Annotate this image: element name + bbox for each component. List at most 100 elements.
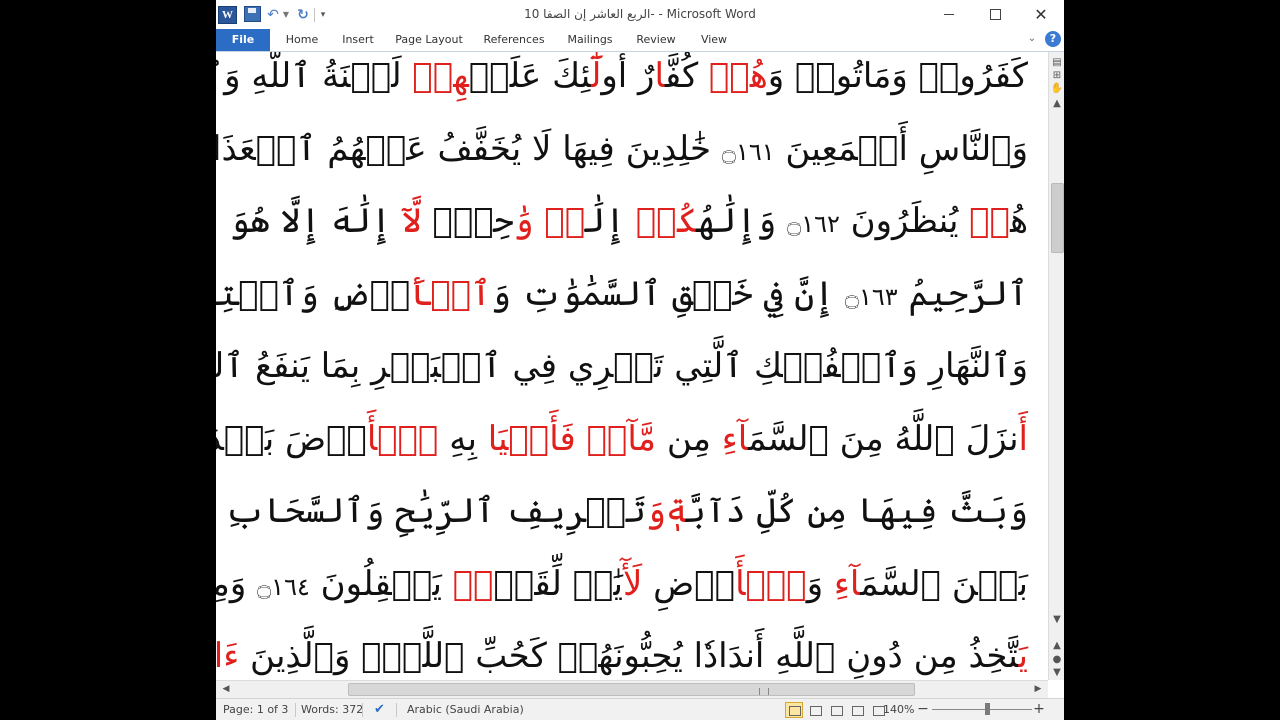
web-layout-view-button[interactable] [827,702,845,718]
status-separator [295,703,296,717]
scroll-left-arrow-icon[interactable]: ◀ [220,683,232,695]
text-segment: ٱلرَّحِيمُ [897,273,1028,314]
text-line[interactable]: هُمۡ يُنظَرُونَ ۝١٦٢ وَإِلَٰهُكُمۡ إِلَٰ… [216,185,1028,258]
web-layout-icon [831,706,843,716]
text-segment: وَٱلنَّاسِ أَجۡمَعِينَ [774,128,1028,169]
zoom-level[interactable]: 140% [883,703,914,717]
highlighted-text: ٱلۡأَ [410,273,492,314]
document-text[interactable]: كَفَرُوا۟ وَمَاتُوا۟ وَهُمۡ كُفَّارٌ أُو… [216,52,1028,680]
vertical-scrollbar[interactable]: ▤ ⊞ ✋ ▲ ▼ ▲ ● ▼ [1048,52,1064,680]
page-count[interactable]: Page: 1 of 3 [223,703,288,717]
text-line[interactable]: وَٱلنَّاسِ أَجۡمَعِينَ ۝١٦١ خَٰلِدِينَ ف… [216,113,1028,186]
text-segment: لَعۡنَةُ ٱللَّهِ وَٱلۡمَ [216,56,402,96]
help-icon[interactable]: ? [1045,31,1061,47]
next-page-icon[interactable]: ▼ [1050,667,1064,679]
tab-page-layout[interactable]: Page Layout [392,29,466,51]
text-segment: خَٰلِدِينَ فِيهَا لَا يُخَفَّفُ عَنۡهُمُ… [216,128,712,169]
status-separator [396,703,397,717]
minimize-button[interactable] [926,0,972,29]
expand-ribbon-icon[interactable]: ⌄ [1026,33,1038,45]
text-line[interactable]: يَتَّخِذُ مِن دُونِ ٱللَّهِ أَندَادٗا يُ… [216,620,1028,680]
text-segment: وَ [806,563,834,604]
highlighted-text: ٱلۡأَ [366,418,439,459]
close-button[interactable]: ✕ [1018,0,1064,29]
text-segment: أُو [601,56,639,96]
highlighted-text: مٖ [452,563,494,604]
text-line[interactable]: وَبَثَّ فِيهَا مِن كُلِّ دَآبَّةٖوَتَصۡر… [216,475,1028,548]
zoom-slider-track[interactable] [932,709,1032,710]
scroll-up-arrow-icon[interactable]: ▲ [1050,98,1064,110]
reading-view-icon [810,706,822,716]
outline-view-button[interactable] [848,702,866,718]
vertical-scroll-thumb[interactable] [1051,183,1064,253]
tab-view[interactable]: View [694,29,734,51]
scroll-grip-icon [759,688,769,695]
highlighted-text: مۡ [969,201,1011,241]
view-ruler-icon[interactable]: ▤ [1050,57,1064,69]
text-segment: وَٱلنَّهَارِ وَٱلۡفُلۡكِ ٱلَّتِي تَجۡرِي… [216,346,1028,386]
text-segment: إِنَّ فِي خَلۡقِ ٱلسَّمَٰوَٰتِ وَ [491,273,845,314]
text-segment: رۡضِ وَٱخۡتِلَٰفِ ٱلَّيۡلِ [216,273,411,314]
highlighted-text: كُمۡ [635,201,697,241]
previous-page-icon[interactable]: ▲ [1050,640,1064,652]
zoom-in-button[interactable]: + [1032,702,1046,716]
highlighted-text: لَأٓ [622,563,643,604]
highlighted-text: آءِ [721,418,749,459]
tab-review[interactable]: Review [630,29,682,51]
text-segment: رۡضَ بَعۡدَ مَوۡتِهَا [216,418,367,459]
proofing-check-icon[interactable]: ✔ [374,703,390,717]
text-line[interactable]: بَيۡنَ ٱلسَّمَآءِ وَٱلۡأَرۡضِ لَأٓيَٰتٖ … [216,548,1028,621]
text-segment [576,419,587,459]
language-indicator[interactable]: Arabic (Saudi Arabia) [407,703,524,717]
title-bar: W ↶ ▼ ↻ ▾ الربع العاشر إن الصفا 10- - Mi… [216,0,1064,30]
text-segment: إِلَٰهَ إِلَّا هُوَ ٱلرَّحۡمَٰنُ [216,201,391,241]
horizontal-scroll-thumb[interactable] [348,683,915,696]
print-layout-view-button[interactable] [785,702,803,718]
word-count[interactable]: Words: 372 [301,703,363,717]
highlighted-text: آءِ [833,563,861,604]
tab-insert[interactable]: Insert [334,29,382,51]
text-segment: يَٰتٖ لِّقَوۡ [493,563,623,604]
ayah-number: ۝١٦٣ [844,282,898,311]
outline-icon [852,706,864,716]
highlighted-text: وَٰ [513,201,534,241]
text-segment: كُفَّ [664,56,710,96]
zoom-out-button[interactable]: − [916,702,930,716]
text-segment: مِن [656,418,722,459]
text-segment: وَإِلَٰهُ [696,201,788,241]
highlighted-text: فَأَحۡيَا [487,418,576,459]
text-segment: إِلَٰ [585,201,636,241]
tab-mailings[interactable]: Mailings [562,29,618,51]
text-segment: يُنظَرُونَ [839,201,970,241]
text-segment: بَيۡنَ ٱلسَّمَ [860,563,1028,604]
zoom-slider-thumb[interactable] [985,703,990,715]
full-screen-reading-view-button[interactable] [806,702,824,718]
horizontal-scrollbar[interactable]: ◀ ▶ [216,680,1048,698]
text-line[interactable]: كَفَرُوا۟ وَمَاتُوا۟ وَهُمۡ كُفَّارٌ أُو… [216,52,1028,113]
text-line[interactable]: ٱلرَّحِيمُ ۝١٦٣ إِنَّ فِي خَلۡقِ ٱلسَّمَ… [216,258,1028,331]
highlighted-text: هٞ [544,201,586,241]
select-browse-object-icon[interactable]: ● [1050,654,1064,666]
text-segment: هُ [1010,201,1028,241]
print-layout-icon [789,706,801,716]
highlighted-text: أَ [1018,418,1028,459]
maximize-button[interactable] [972,0,1018,29]
ayah-number: ۝١٦١ [721,137,775,166]
navigate-icon[interactable]: ⊞ [1050,70,1064,82]
scroll-right-arrow-icon[interactable]: ▶ [1032,683,1044,695]
highlighted-text: ةٖ [666,491,686,531]
highlighted-text: مَّآءٖ [586,418,657,459]
maximize-icon [989,9,1001,20]
tab-home[interactable]: Home [278,29,326,51]
hand-pan-icon[interactable]: ✋ [1050,83,1064,95]
text-line[interactable]: أَنزَلَ ٱللَّهُ مِنَ ٱلسَّمَآءِ مِن مَّآ… [216,403,1028,476]
tab-references[interactable]: References [480,29,548,51]
text-segment [534,201,545,241]
text-segment: رۡضِ [642,563,736,604]
highlighted-text: هِمۡ [412,56,469,96]
tab-file[interactable]: File [216,29,270,51]
text-segment: رٌ [638,56,655,96]
document-area[interactable]: كَفَرُوا۟ وَمَاتُوا۟ وَهُمۡ كُفَّارٌ أُو… [216,52,1048,680]
scroll-down-arrow-icon[interactable]: ▼ [1050,614,1064,626]
text-line[interactable]: وَٱلنَّهَارِ وَٱلۡفُلۡكِ ٱلَّتِي تَجۡرِي… [216,330,1028,403]
